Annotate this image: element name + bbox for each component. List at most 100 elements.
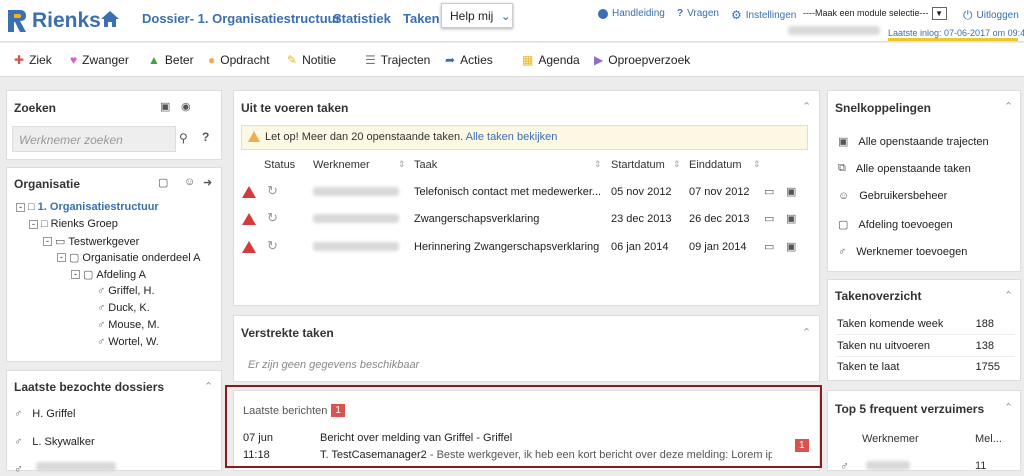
task-start: 05 nov 2012	[611, 186, 672, 198]
megaphone-icon: ▶	[594, 53, 604, 67]
shortcut-item[interactable]: ▢ Afdeling toevoegen	[838, 218, 953, 232]
action-acties[interactable]: ➦ Acties	[445, 53, 493, 67]
action-notitie[interactable]: ✎ Notitie	[287, 53, 336, 67]
tree-node-testwerkgever[interactable]: - ▭ Testwerkgever	[43, 235, 139, 248]
col-einddatum[interactable]: Einddatum	[689, 159, 742, 171]
col-taak[interactable]: Taak	[414, 159, 437, 171]
export-icon[interactable]: ➜	[203, 176, 212, 189]
chevron-up-icon[interactable]: ⌃	[1004, 401, 1013, 414]
book-icon[interactable]: ▣	[160, 100, 170, 113]
tree-employee-griffel[interactable]: ♂ Griffel, H.	[97, 285, 155, 297]
col-status[interactable]: Status	[264, 159, 295, 171]
questions-link[interactable]: ? Vragen	[677, 8, 719, 19]
shortcut-label: Alle openstaande trajecten	[858, 135, 989, 148]
shortcut-item[interactable]: ▣ Alle openstaande trajecten	[838, 135, 989, 149]
refresh-icon[interactable]: ↻	[267, 210, 278, 226]
monitor-icon[interactable]: ▭	[764, 212, 774, 225]
employee-redacted[interactable]	[313, 187, 399, 196]
search-icon[interactable]: ⚲	[179, 131, 188, 145]
book-icon[interactable]: ▣	[786, 212, 796, 225]
col-startdatum[interactable]: Startdatum	[611, 159, 665, 171]
action-agenda[interactable]: ▦ Agenda	[522, 53, 580, 67]
monitor-icon[interactable]: ▭	[764, 185, 774, 198]
sort-icon[interactable]: ⇕	[753, 159, 761, 170]
tree-node-onderdeel-a[interactable]: - ▢ Organisatie onderdeel A	[57, 251, 200, 264]
message-preview-line[interactable]: T. TestCasemanager2 - Beste werkgever, i…	[320, 449, 772, 461]
rienks-logo[interactable]: Rienks	[6, 6, 101, 36]
refresh-icon[interactable]: ↻	[267, 183, 278, 199]
tree-label: Testwerkgever	[68, 235, 140, 248]
shortcut-item[interactable]: ♂ Werknemer toevoegen	[838, 246, 967, 258]
action-label: Agenda	[538, 53, 580, 67]
sort-icon[interactable]: ⇕	[673, 159, 681, 170]
tree-employee-mouse[interactable]: ♂ Mouse, M.	[97, 319, 160, 331]
refresh-icon[interactable]: ↻	[267, 238, 278, 254]
module-select-value: ----Maak een module selectie---	[803, 8, 929, 18]
person-icon[interactable]: ☺	[184, 176, 195, 188]
tree-employee-duck[interactable]: ♂ Duck, K.	[97, 302, 150, 314]
sort-icon[interactable]: ⇕	[398, 159, 406, 170]
logout-link[interactable]: ⏻ Uitloggen	[963, 8, 1019, 23]
module-select[interactable]: ----Maak een module selectie--- ▼	[803, 6, 947, 20]
action-zwanger[interactable]: ♥ Zwanger	[70, 53, 129, 67]
help-icon[interactable]: ?	[202, 130, 209, 144]
task-name[interactable]: Zwangerschapsverklaring	[414, 213, 539, 225]
action-beter[interactable]: ▲ Beter	[148, 53, 194, 67]
recent-item-redacted[interactable]	[36, 462, 116, 471]
action-opdracht[interactable]: ● Opdracht	[208, 53, 270, 67]
search-input[interactable]: Werknemer zoeken	[12, 126, 176, 152]
overview-label[interactable]: Taken nu uitvoeren	[837, 340, 930, 352]
all-tasks-link[interactable]: Alle taken bekijken	[466, 131, 558, 143]
book-icon[interactable]: ▣	[786, 185, 796, 198]
briefcase-icon[interactable]: ▢	[158, 176, 168, 189]
task-start: 23 dec 2013	[611, 213, 672, 225]
sort-icon[interactable]: ⇕	[594, 159, 602, 170]
overview-label[interactable]: Taken te laat	[837, 361, 899, 373]
overview-label[interactable]: Taken komende week	[837, 318, 943, 330]
top5-col-werknemer[interactable]: Werknemer	[862, 433, 919, 445]
chevron-up-icon[interactable]: ⌃	[802, 100, 811, 113]
top5-employee-redacted[interactable]	[866, 461, 910, 470]
col-werknemer[interactable]: Werknemer	[313, 159, 370, 171]
task-name[interactable]: Telefonisch contact met medewerker...	[414, 186, 601, 198]
tree-label: 1. Organisatiestructuur	[37, 201, 159, 213]
recent-item[interactable]: ♂ L. Skywalker	[14, 436, 95, 448]
tree-node-afdeling-a[interactable]: - ▢ Afdeling A	[71, 268, 146, 281]
binoculars-icon[interactable]: ◉	[181, 100, 191, 113]
minus-icon: -	[29, 219, 38, 229]
manual-link[interactable]: Handleiding	[598, 8, 665, 19]
recent-item[interactable]: ♂ H. Griffel	[14, 408, 75, 420]
action-oproepverzoek[interactable]: ▶ Oproepverzoek	[594, 53, 690, 67]
task-name[interactable]: Herinnering Zwangerschapsverklaring	[414, 241, 599, 253]
nav-taken[interactable]: Taken	[403, 11, 440, 26]
action-ziek[interactable]: ✚ Ziek	[14, 53, 52, 67]
book-icon[interactable]: ▣	[786, 240, 796, 253]
person-icon: ♂	[97, 319, 106, 331]
settings-link[interactable]: ⚙ Instellingen	[731, 8, 796, 22]
message-time: 11:18	[243, 449, 270, 461]
action-label: Trajecten	[380, 53, 431, 67]
tree-node-root[interactable]: - □ 1. Organisatiestructuur	[16, 201, 159, 213]
monitor-icon[interactable]: ▭	[764, 240, 774, 253]
tree-employee-wortel[interactable]: ♂ Wortel, W.	[97, 336, 159, 348]
employee-redacted[interactable]	[313, 242, 399, 251]
message-unread-badge: 1	[795, 439, 809, 452]
chevron-up-icon[interactable]: ⌃	[802, 326, 811, 339]
chevron-up-icon[interactable]: ⌃	[1004, 289, 1013, 302]
nav-dossier[interactable]: Dossier- 1. Organisatiestructuur	[142, 11, 341, 26]
employee-redacted[interactable]	[313, 214, 399, 223]
tasks-title: Uit te voeren taken	[241, 101, 349, 115]
nav-statistiek[interactable]: Statistiek	[333, 11, 391, 26]
chevron-up-icon[interactable]: ⌃	[204, 380, 213, 393]
tree-label: Mouse, M.	[108, 319, 160, 331]
tree-node-rienks-groep[interactable]: - □ Rienks Groep	[29, 218, 118, 230]
help-button[interactable]: Help mij ⌄	[441, 3, 513, 28]
top5-col-meldingen[interactable]: Mel...	[975, 433, 1002, 445]
message-subject[interactable]: Bericht over melding van Griffel - Griff…	[320, 432, 512, 444]
minus-icon: -	[57, 253, 66, 262]
shortcut-item[interactable]: ⧉ Alle openstaande taken	[838, 162, 971, 175]
home-icon[interactable]	[100, 9, 120, 29]
action-trajecten[interactable]: ☰ Trajecten	[365, 53, 430, 67]
shortcut-item[interactable]: ☺ Gebruikersbeheer	[838, 190, 947, 202]
chevron-up-icon[interactable]: ⌃	[1004, 100, 1013, 113]
